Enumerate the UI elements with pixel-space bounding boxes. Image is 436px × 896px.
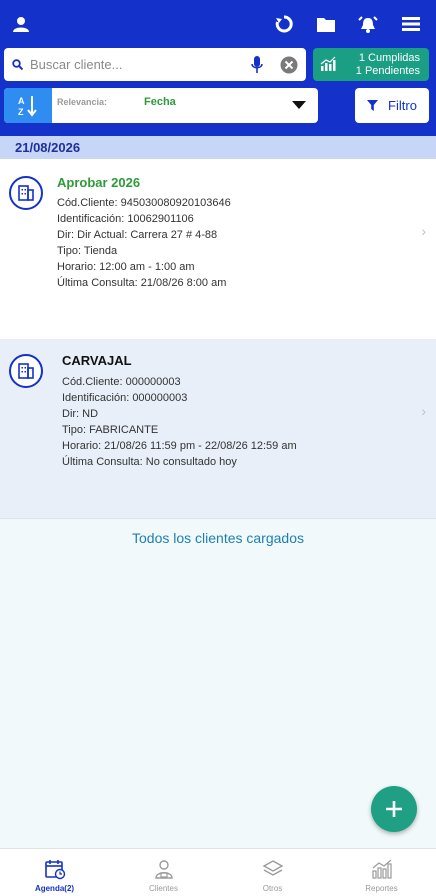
client-type: Tipo: Tienda	[57, 245, 118, 257]
search-input[interactable]	[30, 57, 242, 72]
clear-search-icon[interactable]	[272, 56, 306, 74]
client-code: Cód.Cliente: 000000003	[62, 376, 181, 388]
date-header: 21/08/2026	[0, 136, 436, 159]
client-code: Cód.Cliente: 945030080920103646	[57, 197, 231, 209]
sort-value: Fecha	[144, 96, 176, 108]
client-address: Dir: ND	[62, 408, 99, 420]
chevron-right-icon: ›	[421, 223, 426, 239]
chevron-right-icon: ›	[421, 403, 426, 419]
visit-stats-button[interactable]: 1 Cumplidas 1 Pendientes	[313, 48, 429, 81]
client-last-query: Última Consulta: 21/08/26 8:00 am	[57, 277, 227, 289]
filter-icon	[367, 100, 379, 111]
sync-icon[interactable]	[274, 14, 294, 34]
filter-label: Filtro	[388, 98, 417, 113]
client-card[interactable]: Aprobar 2026 Cód.Cliente: 94503008092010…	[0, 159, 436, 339]
user-icon[interactable]	[11, 14, 31, 34]
sort-az-icon: A Z	[18, 95, 37, 117]
nav-label: Agenda(2)	[34, 884, 75, 893]
layers-icon	[262, 860, 283, 876]
client-name: CARVAJAL	[62, 353, 132, 368]
add-button[interactable]	[371, 786, 417, 832]
client-name: Aprobar 2026	[57, 175, 141, 190]
client-type: Tipo: FABRICANTE	[62, 424, 159, 436]
nav-reportes[interactable]: Reportes	[327, 849, 436, 896]
client-schedule: Horario: 21/08/26 11:59 pm - 22/08/26 12…	[62, 440, 297, 452]
nav-clientes[interactable]: Clientes	[109, 849, 218, 896]
client-last-query: Última Consulta: No consultado hoy	[62, 456, 237, 468]
svg-text:Z: Z	[18, 107, 24, 117]
nav-label: Reportes	[365, 884, 398, 893]
all-clients-loaded-message: Todos los clientes cargados	[132, 530, 304, 546]
client-identification: Identificación: 10062901106	[57, 213, 194, 225]
building-icon	[9, 176, 43, 210]
search-icon	[4, 59, 30, 70]
top-bar: 1 Cumplidas 1 Pendientes A Z Relevancia:…	[0, 0, 436, 136]
alarm-icon[interactable]	[358, 14, 378, 34]
folder-icon[interactable]	[316, 14, 336, 34]
nav-label: Clientes	[149, 884, 178, 893]
svg-text:A: A	[18, 96, 25, 106]
sort-order-button[interactable]: A Z	[4, 88, 52, 123]
cumplidas-count: 1 Cumplidas	[358, 52, 420, 64]
client-identification: Identificación: 000000003	[62, 392, 188, 404]
bar-chart-icon	[371, 859, 392, 879]
nav-otros[interactable]: Otros	[218, 849, 327, 896]
nav-label: Otros	[262, 884, 283, 893]
client-card[interactable]: CARVAJAL Cód.Cliente: 000000003 Identifi…	[0, 339, 436, 519]
sort-label: Relevancia:	[57, 97, 108, 107]
pendientes-count: 1 Pendientes	[355, 65, 420, 77]
filter-button[interactable]: Filtro	[355, 88, 429, 123]
search-bar	[4, 48, 306, 81]
nav-agenda[interactable]: Agenda(2)	[0, 849, 109, 896]
building-icon	[9, 354, 43, 388]
menu-icon[interactable]	[401, 14, 421, 34]
calendar-icon	[44, 860, 65, 880]
microphone-icon[interactable]	[242, 55, 272, 74]
dropdown-caret-icon	[292, 101, 306, 109]
client-address: Dir: Dir Actual: Carrera 27 # 4-88	[57, 229, 218, 241]
client-schedule: Horario: 12:00 am - 1:00 am	[57, 261, 195, 273]
bottom-nav: Agenda(2) Clientes Otros Reportes	[0, 848, 436, 896]
bar-chart-icon	[320, 56, 336, 77]
user-icon	[154, 860, 173, 879]
plus-icon	[386, 801, 402, 817]
sort-selector[interactable]: A Z Relevancia: Fecha	[4, 88, 318, 123]
